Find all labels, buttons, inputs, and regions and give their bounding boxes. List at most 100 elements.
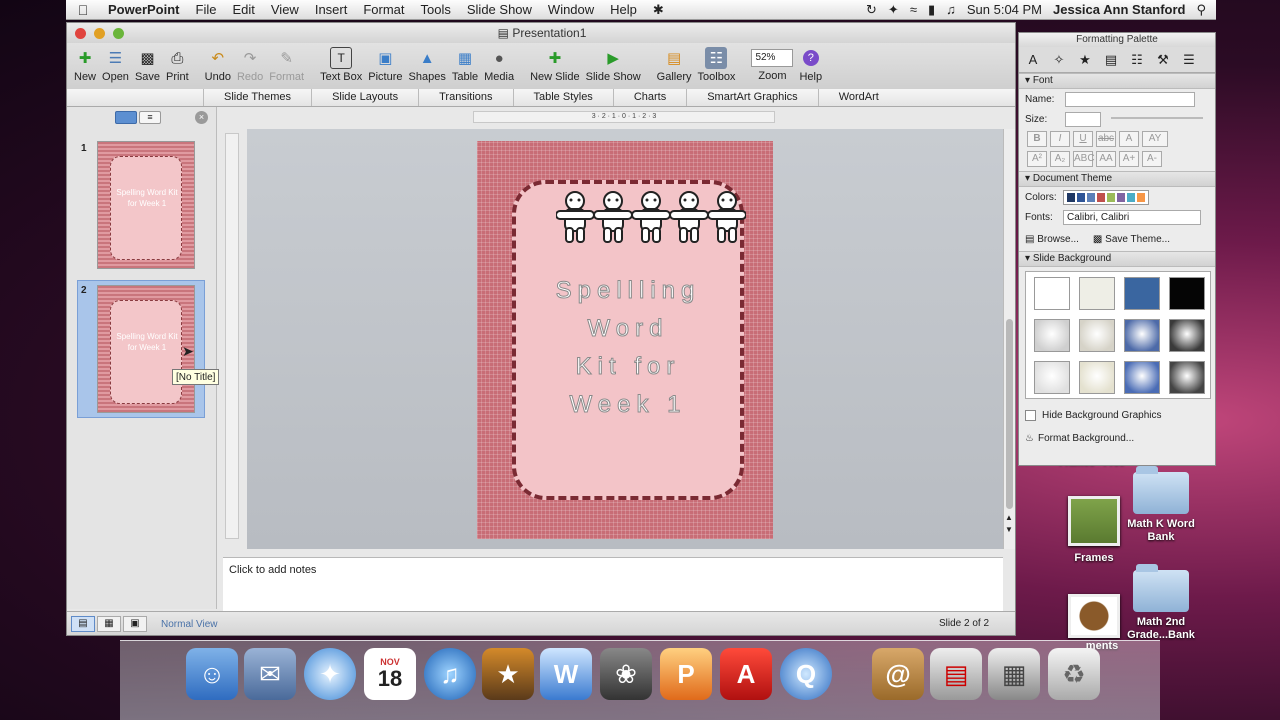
slide-sorter-view-button[interactable]: ▦ bbox=[97, 616, 121, 632]
tab-slide-layouts[interactable]: Slide Layouts bbox=[311, 89, 418, 106]
slide-thumbnail-2[interactable]: Spelling Word Kit for Week 1 bbox=[97, 285, 195, 413]
notes-pane[interactable]: Click to add notes bbox=[223, 557, 1003, 611]
menu-tools[interactable]: Tools bbox=[413, 2, 459, 17]
font-size-slider[interactable] bbox=[1111, 117, 1203, 119]
menu-app[interactable]: PowerPoint bbox=[100, 2, 188, 17]
wifi-icon[interactable]: ≈ bbox=[910, 2, 917, 17]
powerpoint-icon[interactable]: P bbox=[660, 648, 712, 700]
script-icon[interactable]: ✱ bbox=[645, 2, 672, 18]
vertical-scrollbar[interactable]: ▲ ▼ bbox=[1003, 129, 1015, 549]
browse-theme-button[interactable]: ▤ Browse... bbox=[1025, 234, 1079, 245]
palette-titlebar[interactable]: Formatting Palette bbox=[1019, 33, 1215, 47]
apple-icon[interactable]:  bbox=[66, 2, 100, 18]
horizontal-ruler[interactable]: 3 · 2 · 1 · 0 · 1 · 2 · 3 bbox=[473, 111, 775, 123]
reference-tab-icon[interactable]: ☷ bbox=[1127, 51, 1147, 69]
zoom-control[interactable]: 52% Zoom bbox=[748, 43, 796, 82]
menu-format[interactable]: Format bbox=[355, 2, 412, 17]
text-box-button[interactable]: T Text Box bbox=[317, 43, 365, 83]
background-style-swatch[interactable] bbox=[1079, 319, 1115, 352]
format-background-button[interactable]: ♨ Format Background... bbox=[1019, 427, 1215, 449]
quicktime-icon[interactable]: Q bbox=[780, 648, 832, 700]
picture-button[interactable]: ▣ Picture bbox=[365, 43, 405, 83]
save-theme-button[interactable]: ▩ Save Theme... bbox=[1093, 234, 1170, 245]
background-style-swatch[interactable] bbox=[1124, 319, 1160, 352]
desktop-folder-math-2nd[interactable]: Math 2nd Grade...Bank bbox=[1118, 564, 1204, 642]
scrollbar-thumb[interactable] bbox=[1006, 319, 1013, 509]
desktop-file-frames[interactable]: Frames bbox=[1058, 496, 1130, 565]
documents-stack-icon[interactable]: ▦ bbox=[988, 648, 1040, 700]
increase-font-button[interactable]: A+ bbox=[1119, 151, 1139, 167]
desktop-folder-math-k[interactable]: Math K Word Bank bbox=[1118, 466, 1204, 544]
underline-button[interactable]: U bbox=[1073, 131, 1093, 147]
window-titlebar[interactable]: ▤ Presentation1 bbox=[67, 23, 1015, 43]
toolbox-button[interactable]: ☷ Toolbox bbox=[695, 43, 739, 83]
background-style-swatch[interactable] bbox=[1079, 277, 1115, 310]
redo-button[interactable]: ↷ Redo bbox=[234, 43, 266, 83]
object-tab-icon[interactable]: ✧ bbox=[1049, 51, 1069, 69]
media-button[interactable]: ● Media bbox=[481, 43, 517, 84]
slide-show-button[interactable]: ▶ Slide Show bbox=[583, 43, 644, 83]
background-style-swatch[interactable] bbox=[1169, 277, 1205, 310]
slide-2[interactable]: Spellling Word Kit for Week 1 bbox=[477, 141, 773, 539]
minimize-window-icon[interactable] bbox=[94, 28, 105, 39]
clock[interactable]: Sun 5:04 PM bbox=[967, 2, 1042, 17]
menu-slide-show[interactable]: Slide Show bbox=[459, 2, 540, 17]
menu-insert[interactable]: Insert bbox=[307, 2, 356, 17]
gimp-icon[interactable]: ❀ bbox=[600, 648, 652, 700]
slides-view-toggle[interactable] bbox=[115, 111, 137, 124]
acrobat-icon[interactable]: A bbox=[720, 648, 772, 700]
finder-icon[interactable]: ☺ bbox=[186, 648, 238, 700]
word-icon[interactable]: W bbox=[540, 648, 592, 700]
background-style-swatch[interactable] bbox=[1079, 361, 1115, 394]
zoom-window-icon[interactable] bbox=[113, 28, 124, 39]
background-style-swatch[interactable] bbox=[1034, 361, 1070, 394]
table-button[interactable]: ▦ Table bbox=[449, 43, 481, 83]
tab-table-styles[interactable]: Table Styles bbox=[512, 89, 613, 106]
strikethrough-button[interactable]: abc bbox=[1096, 131, 1116, 147]
background-style-swatch[interactable] bbox=[1169, 319, 1205, 352]
gallery-button[interactable]: ▤ Gallery bbox=[654, 43, 695, 83]
time-machine-icon[interactable]: ↻ bbox=[866, 2, 877, 18]
font-section-header[interactable]: ▾ Font bbox=[1019, 73, 1215, 89]
spotlight-search-icon[interactable]: ⚲ bbox=[1196, 2, 1206, 18]
tab-wordart[interactable]: WordArt bbox=[817, 89, 899, 106]
menu-edit[interactable]: Edit bbox=[224, 2, 262, 17]
slide-background-section-header[interactable]: ▾ Slide Background bbox=[1019, 251, 1215, 267]
undo-button[interactable]: ↶ Undo bbox=[202, 43, 234, 83]
subscript-button[interactable]: A₂ bbox=[1050, 151, 1070, 167]
outline-view-toggle[interactable]: ≡ bbox=[139, 111, 161, 124]
new-button[interactable]: ✚ New bbox=[71, 43, 99, 83]
battery-icon[interactable]: ▮ bbox=[928, 2, 935, 18]
format-button[interactable]: ✎ Format bbox=[266, 43, 307, 83]
tab-transitions[interactable]: Transitions bbox=[418, 89, 512, 106]
trash-icon[interactable]: ♻ bbox=[1048, 648, 1100, 700]
compatibility-tab-icon[interactable]: ☰ bbox=[1179, 51, 1199, 69]
menu-view[interactable]: View bbox=[263, 2, 307, 17]
safari-icon[interactable]: ✦ bbox=[304, 648, 356, 700]
tools-tab-icon[interactable]: ⚒ bbox=[1153, 51, 1173, 69]
menu-file[interactable]: File bbox=[188, 2, 225, 17]
mail-icon[interactable]: ✉ bbox=[244, 648, 296, 700]
superscript-button[interactable]: A² bbox=[1027, 151, 1047, 167]
background-style-swatch[interactable] bbox=[1169, 361, 1205, 394]
gingerbread-men-clipart[interactable] bbox=[556, 188, 746, 244]
address-book-icon[interactable]: @ bbox=[872, 648, 924, 700]
background-style-swatch[interactable] bbox=[1034, 319, 1070, 352]
iphoto-icon[interactable]: ★ bbox=[482, 648, 534, 700]
open-button[interactable]: ☰ Open bbox=[99, 43, 132, 83]
user-name[interactable]: Jessica Ann Stanford bbox=[1053, 2, 1185, 17]
volume-icon[interactable]: ♫ bbox=[946, 2, 956, 17]
previous-slide-icon[interactable]: ▲ bbox=[1005, 513, 1013, 522]
tab-slide-themes[interactable]: Slide Themes bbox=[203, 89, 311, 106]
shapes-button[interactable]: ▲ Shapes bbox=[406, 43, 449, 84]
zoom-input[interactable]: 52% bbox=[751, 49, 794, 67]
slide-title[interactable]: Spellling Word Kit for Week 1 bbox=[516, 272, 740, 424]
tab-smartart-graphics[interactable]: SmartArt Graphics bbox=[686, 89, 817, 106]
star-tab-icon[interactable]: ★ bbox=[1075, 51, 1095, 69]
tab-charts[interactable]: Charts bbox=[612, 89, 686, 106]
itunes-icon[interactable]: ♫ bbox=[424, 648, 476, 700]
save-button[interactable]: ▩ Save bbox=[132, 43, 163, 83]
preview-pdf-icon[interactable]: ▤ bbox=[930, 648, 982, 700]
new-slide-button[interactable]: ✚ New Slide bbox=[527, 43, 583, 83]
hide-background-checkbox[interactable] bbox=[1025, 409, 1036, 421]
